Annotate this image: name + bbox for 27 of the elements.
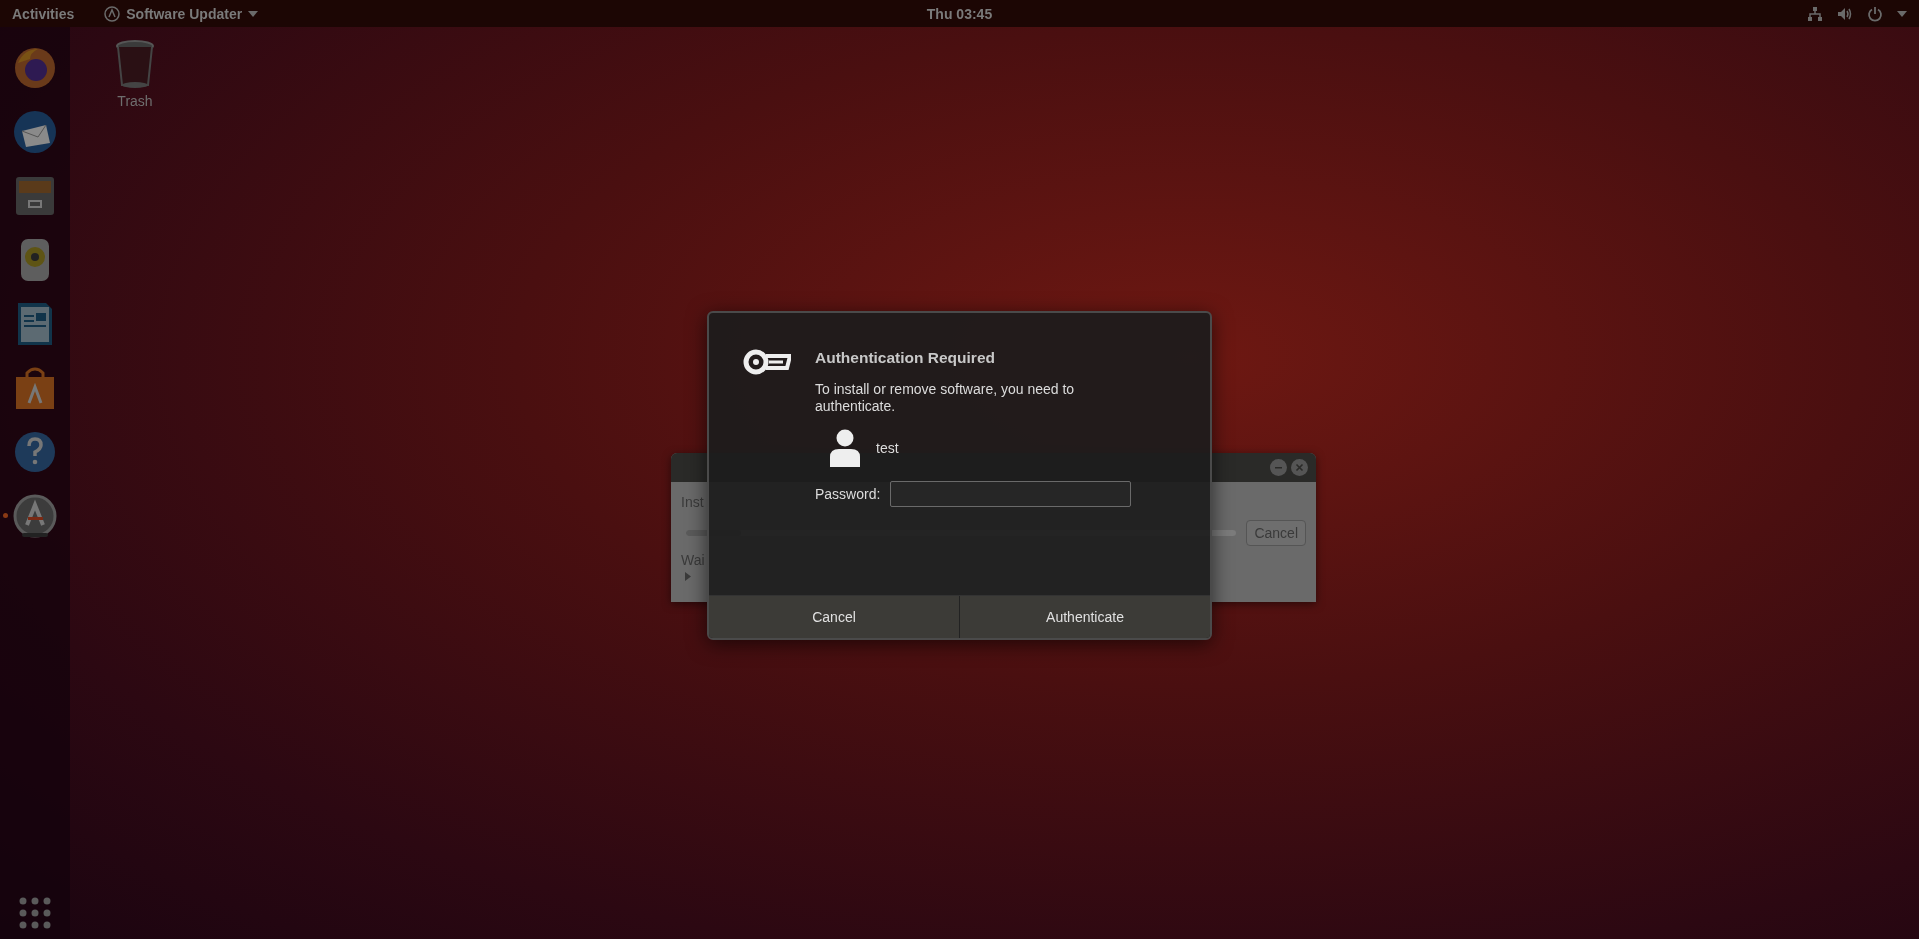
password-label: Password:	[815, 486, 881, 502]
dialog-button[interactable]: Authenticate	[959, 596, 1210, 638]
key-icon	[743, 349, 791, 375]
help-icon[interactable]	[12, 429, 58, 475]
dialog-title: Authentication Required	[815, 349, 996, 367]
user-icon	[829, 429, 861, 467]
mail-icon[interactable]	[12, 109, 58, 155]
network-icon[interactable]	[1807, 5, 1823, 22]
trash-icon[interactable]	[115, 39, 155, 89]
dialog-button[interactable]: Cancel	[709, 596, 959, 638]
app-menu[interactable]: Software Updater	[104, 5, 259, 22]
expander-triangle-icon[interactable]	[685, 572, 692, 581]
desktop-icon-label[interactable]: Trash	[117, 93, 153, 109]
updater-icon	[104, 5, 121, 22]
activities-button[interactable]: Activities	[12, 5, 75, 22]
password-field[interactable]	[890, 481, 1132, 507]
browser-icon[interactable]	[12, 45, 58, 91]
user-name: test	[876, 440, 899, 456]
clock[interactable]: Thu 03:45	[926, 5, 993, 22]
caret-icon	[248, 10, 259, 17]
power-icon[interactable]	[1867, 5, 1883, 22]
dialog-message: To install or remove software, you need to authenticate.	[815, 381, 1076, 415]
app-grid-icon[interactable]	[19, 897, 51, 929]
minimize-icon[interactable]	[1270, 459, 1287, 476]
close-icon[interactable]	[1291, 459, 1308, 476]
caret-icon[interactable]	[1897, 10, 1907, 17]
updater-icon[interactable]	[12, 493, 58, 539]
